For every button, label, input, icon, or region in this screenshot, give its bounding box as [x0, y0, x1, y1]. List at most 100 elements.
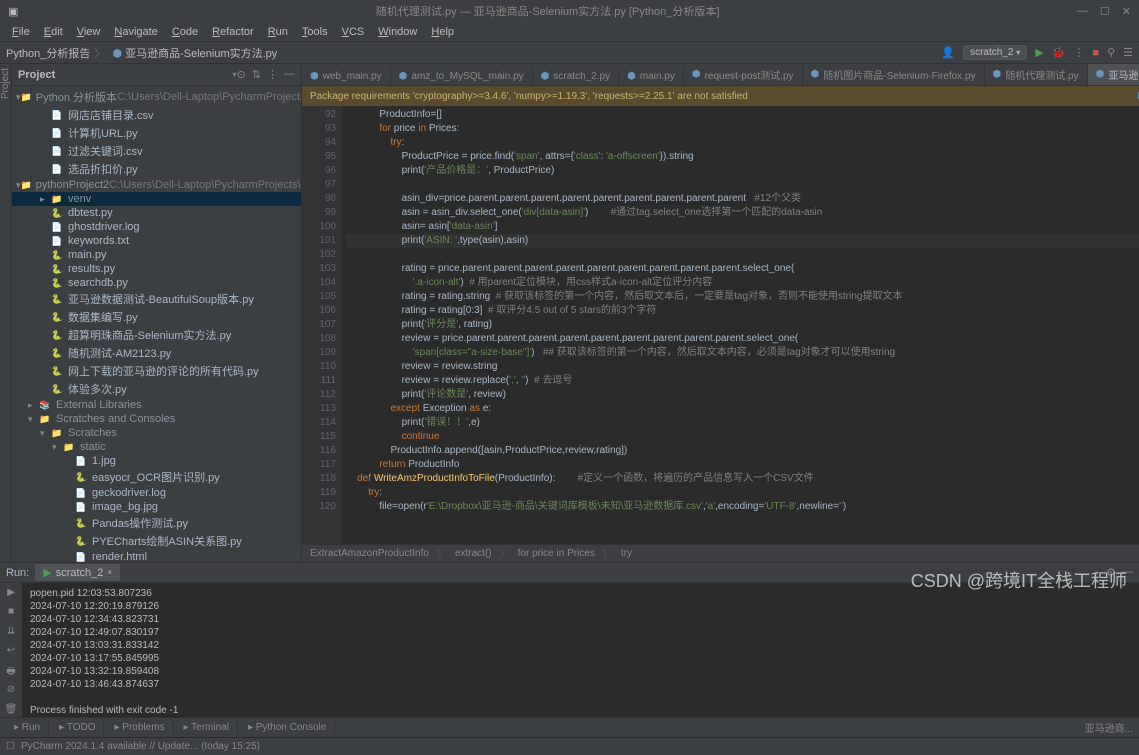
project-tree[interactable]: ▾📁Python 分析版本 C:\Users\Dell-Laptop\Pycha…: [12, 86, 301, 562]
trash-icon[interactable]: 🗑: [4, 704, 18, 717]
settings-icon[interactable]: ☰: [1123, 46, 1133, 59]
run-tab[interactable]: ▶scratch_2 ×: [35, 564, 120, 581]
tree-item[interactable]: 🐍easyocr_OCR图片识别.py: [12, 468, 301, 486]
tree-item[interactable]: 🐍随机测试-AM2123.py: [12, 344, 301, 362]
tree-item[interactable]: 🐍数据集编写.py: [12, 308, 301, 326]
tree-item[interactable]: 📄image_bg.jpg: [12, 500, 301, 514]
toolbar: Python_分析报告〉 ⬢ 亚马逊商品-Selenium实方法.py 👤 sc…: [0, 42, 1139, 64]
tree-item[interactable]: 📄计算机URL.py: [12, 124, 301, 142]
tree-item[interactable]: 📄1.jpg: [12, 454, 301, 468]
tree-item[interactable]: 🐍main.py: [12, 248, 301, 262]
search-icon[interactable]: ⚲: [1107, 46, 1115, 59]
editor-tab[interactable]: ⬢amz_to_MySQL_main.py: [391, 68, 533, 85]
editor-breadcrumb[interactable]: ExtractAmazonProductInfo〉extract()〉for p…: [302, 544, 1139, 562]
run-panel: Run: ▶scratch_2 × ⚙ — ▶ ■ ⇊ ↩ 🖶 ⊘ 🗑 pope…: [0, 562, 1139, 717]
rerun-icon[interactable]: ▶: [4, 587, 18, 600]
debug-icon[interactable]: 🐞: [1052, 46, 1066, 59]
menu-run[interactable]: Run: [262, 24, 294, 40]
tree-item[interactable]: 📄render.html: [12, 550, 301, 562]
tree-item[interactable]: ▾📁Scratches: [12, 426, 301, 440]
tree-item[interactable]: ▾📁Python 分析版本 C:\Users\Dell-Laptop\Pycha…: [12, 88, 301, 106]
breadcrumb-segment[interactable]: ExtractAmazonProductInfo: [310, 548, 429, 559]
tree-item[interactable]: 📄ghostdriver.log: [12, 220, 301, 234]
tool-tab-problems[interactable]: ▸ Problems: [106, 720, 173, 735]
tree-item[interactable]: 🐍searchdb.py: [12, 276, 301, 290]
titlebar: ▣ 随机代理测试.py — 亚马逊商品-Selenium实方法.py [Pyth…: [0, 0, 1139, 22]
status-text[interactable]: PyCharm 2024.1.4 available // Update... …: [21, 741, 260, 752]
stop-icon[interactable]: ■: [1092, 47, 1099, 59]
status-bar: ☐ PyCharm 2024.1.4 available // Update..…: [0, 737, 1139, 755]
scroll-icon[interactable]: ⇊: [4, 626, 18, 639]
tree-item[interactable]: ▾📁Scratches and Consoles: [12, 412, 301, 426]
tree-item[interactable]: ▾📁pythonProject2 C:\Users\Dell-Laptop\Py…: [12, 178, 301, 192]
tree-item[interactable]: 🐍Pandas操作测试.py: [12, 514, 301, 532]
breadcrumb[interactable]: Python_分析报告〉 ⬢ 亚马逊商品-Selenium实方法.py: [6, 45, 277, 61]
editor-tab[interactable]: ⬢web_main.py: [302, 68, 391, 85]
project-tool-label[interactable]: Project: [0, 68, 11, 99]
menu-tools[interactable]: Tools: [296, 24, 334, 40]
menu-edit[interactable]: Edit: [38, 24, 69, 40]
editor-tab[interactable]: ⬢亚马逊商品-Selenium实方法.py: [1088, 64, 1139, 85]
tree-item[interactable]: 📄geckodriver.log: [12, 486, 301, 500]
more-run-icon[interactable]: ⋮: [1073, 46, 1084, 59]
tree-item[interactable]: 🐍超算明珠商品-Selenium实方法.py: [12, 326, 301, 344]
soft-wrap-icon[interactable]: ↩: [4, 645, 18, 658]
print-icon[interactable]: 🖶: [4, 664, 18, 678]
run-toolbar: ▶ ■ ⇊ ↩ 🖶 ⊘ 🗑: [0, 583, 22, 717]
tree-item[interactable]: ▸📁venv: [12, 192, 301, 206]
tree-item[interactable]: 🐍dbtest.py: [12, 206, 301, 220]
tree-item[interactable]: 🐍体验多次.py: [12, 380, 301, 398]
tree-item[interactable]: ▾📁static: [12, 440, 301, 454]
notification-icon[interactable]: ☐: [6, 741, 15, 752]
maximize-icon[interactable]: ☐: [1100, 5, 1110, 18]
menu-file[interactable]: File: [6, 24, 36, 40]
line-gutter[interactable]: 9293949596979899100101102103104105106107…: [302, 106, 342, 544]
menu-vcs[interactable]: VCS: [336, 24, 371, 40]
tree-item[interactable]: 🐍results.py: [12, 262, 301, 276]
menu-code[interactable]: Code: [166, 24, 204, 40]
tool-tab-run[interactable]: ▸ Run: [6, 720, 49, 735]
tree-item[interactable]: 📄选品折扣价.py: [12, 160, 301, 178]
run-output[interactable]: popen.pid 12:03:53.8072362024-07-10 12:2…: [22, 583, 1139, 717]
tree-item[interactable]: ▸📚External Libraries: [12, 398, 301, 412]
run-icon[interactable]: ▶: [1035, 46, 1043, 59]
editor-tab[interactable]: ⬢随机图片商品-Selenium-Firefox.py: [803, 64, 985, 85]
menu-refactor[interactable]: Refactor: [206, 24, 260, 40]
breadcrumb-segment[interactable]: for price in Prices: [518, 548, 595, 559]
code-editor[interactable]: ProductInfo=[] for price in Prices: try:…: [342, 106, 1139, 544]
tree-item[interactable]: 🐍亚马逊数据测试-BeautifulSoup版本.py: [12, 290, 301, 308]
editor-tab[interactable]: ⬢request-post测试.py: [684, 64, 803, 85]
menu-help[interactable]: Help: [425, 24, 460, 40]
editor-tab[interactable]: ⬢main.py: [619, 68, 684, 85]
run-config-select[interactable]: scratch_2 ▾: [963, 45, 1027, 60]
tree-item[interactable]: 🐍PYECharts绘制ASIN关系图.py: [12, 532, 301, 550]
breadcrumb-segment[interactable]: try: [621, 548, 632, 559]
run-settings-icon[interactable]: ⚙: [1106, 566, 1116, 579]
expand-icon[interactable]: ⇅: [252, 68, 261, 81]
event-log-link[interactable]: 亚马逊商...: [1085, 720, 1133, 735]
tool-tab-python-console[interactable]: ▸ Python Console: [240, 720, 335, 735]
hide-icon[interactable]: —: [284, 68, 295, 81]
tree-item[interactable]: 🐍网上下载的亚马逊的评论的所有代码.py: [12, 362, 301, 380]
close-icon[interactable]: ✕: [1122, 5, 1131, 18]
clear-icon[interactable]: ⊘: [4, 684, 18, 697]
locate-icon[interactable]: ⊙: [237, 68, 246, 81]
editor-tab[interactable]: ⬢scratch_2.py: [533, 68, 619, 85]
tree-item[interactable]: 📄keywords.txt: [12, 234, 301, 248]
stop-run-icon[interactable]: ■: [4, 606, 18, 619]
project-panel: Project ▾ ⊙ ⇅ ⋮ — ▾📁Python 分析版本 C:\Users…: [12, 64, 302, 562]
tree-item[interactable]: 📄网店店铺目录.csv: [12, 106, 301, 124]
tool-tab-terminal[interactable]: ▸ Terminal: [176, 720, 238, 735]
breadcrumb-segment[interactable]: extract(): [455, 548, 492, 559]
run-hide-icon[interactable]: —: [1122, 566, 1133, 579]
editor-tab[interactable]: ⬢随机代理测试.py: [985, 64, 1088, 85]
menu-window[interactable]: Window: [372, 24, 423, 40]
user-icon[interactable]: 👤: [941, 46, 955, 59]
menu-navigate[interactable]: Navigate: [108, 24, 163, 40]
tool-tab-todo[interactable]: ▸ TODO: [51, 720, 104, 735]
collapse-icon[interactable]: ⋮: [267, 68, 278, 81]
requirements-warning: Package requirements 'cryptography>=3.4.…: [302, 86, 1139, 106]
menu-view[interactable]: View: [71, 24, 107, 40]
tree-item[interactable]: 📄过滤关键词.csv: [12, 142, 301, 160]
minimize-icon[interactable]: —: [1077, 5, 1088, 18]
